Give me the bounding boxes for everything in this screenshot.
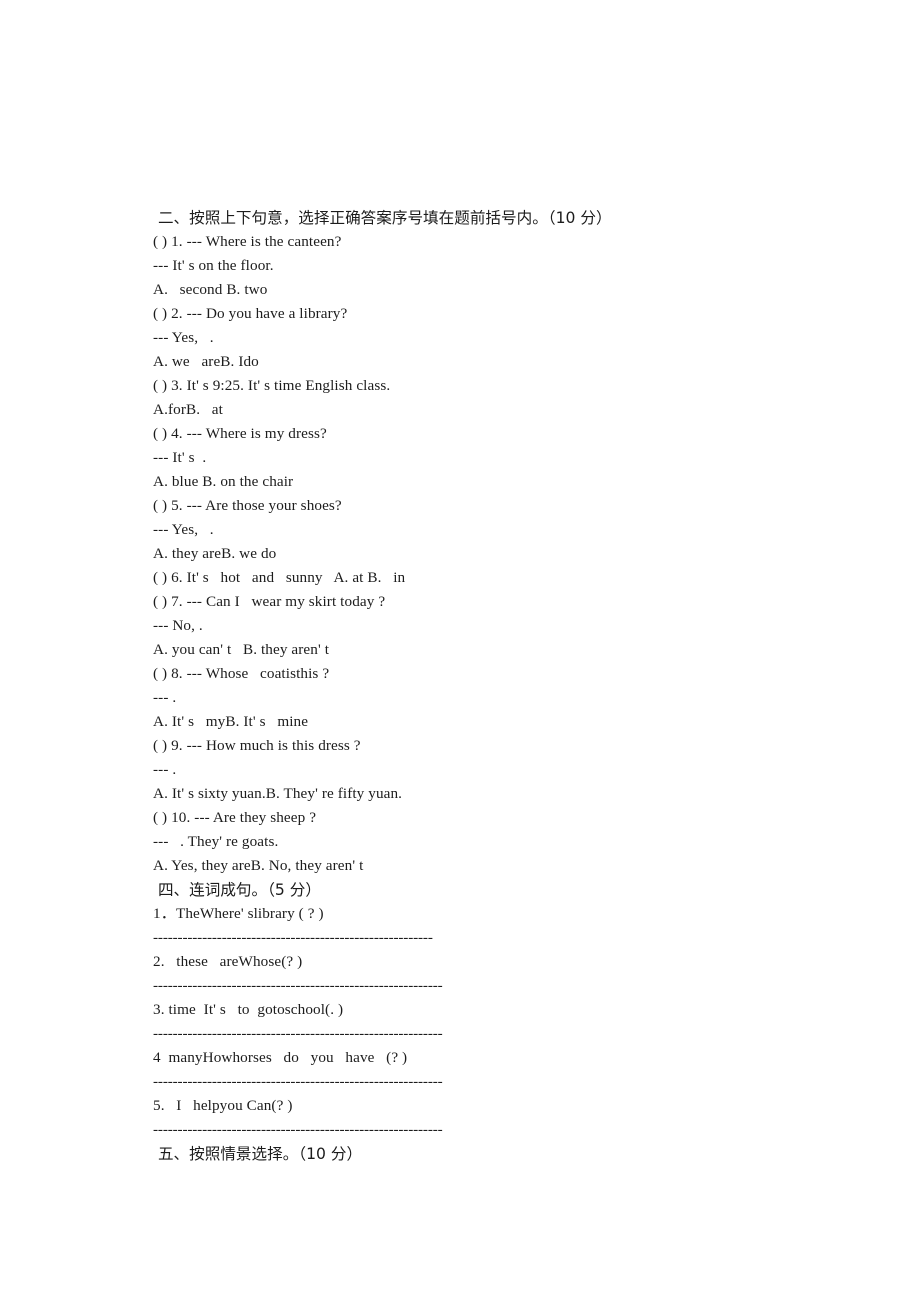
section-two-item: ( ) 7. --- Can I wear my skirt today ?	[153, 593, 386, 610]
section-two-item: --- It' s .	[153, 449, 207, 466]
section-two-item: A. you can' t B. they aren' t	[153, 641, 330, 658]
answer-rule: ----------------------------------------…	[153, 929, 433, 946]
answer-rule: ----------------------------------------…	[153, 977, 443, 994]
section-two-item: A. It' s myB. It' s mine	[153, 713, 309, 730]
section-two-item: ( ) 5. --- Are those your shoes?	[153, 497, 342, 514]
section-two-item: A. Yes, they areB. No, they aren' t	[153, 857, 364, 874]
section-two-item: A. we areB. Ido	[153, 353, 259, 370]
section-two-item: ( ) 6. It' s hot and sunny A. at B. in	[153, 569, 406, 586]
section-two-item: ( ) 10. --- Are they sheep ?	[153, 809, 317, 826]
section-two-item: --- Yes, .	[153, 521, 214, 538]
section-two-item: --- . They' re goats.	[153, 833, 279, 850]
exam-page: 二、按照上下句意，选择正确答案序号填在题前括号内。（10 分） ( ) 1. -…	[0, 0, 920, 1302]
section-two-item: ( ) 2. --- Do you have a library?	[153, 305, 348, 322]
section-two-item: A. second B. two	[153, 281, 268, 298]
section-five-heading: 五、按照情景选择。（10 分）	[153, 1145, 363, 1163]
section-two-item: ( ) 4. --- Where is my dress?	[153, 425, 327, 442]
section-four-heading: 四、连词成句。（5 分）	[153, 881, 321, 899]
section-two-item: A.forB. at	[153, 401, 223, 418]
section-four-prompt: 3. time It' s to gotoschool(. )	[153, 1001, 344, 1018]
answer-rule: ----------------------------------------…	[153, 1121, 443, 1138]
section-two-item: --- Yes, .	[153, 329, 214, 346]
section-two-item: --- It' s on the floor.	[153, 257, 274, 274]
section-two-heading: 二、按照上下句意，选择正确答案序号填在题前括号内。（10 分）	[153, 209, 612, 227]
answer-rule: ----------------------------------------…	[153, 1025, 443, 1042]
section-two-item: A. blue B. on the chair	[153, 473, 294, 490]
section-four-prompt: 5. I helpyou Can(? )	[153, 1097, 293, 1114]
section-four-prompt: 4 manyHowhorses do you have (? )	[153, 1049, 408, 1066]
section-two-item: A. It' s sixty yuan.B. They' re fifty yu…	[153, 785, 403, 802]
section-two-item: ( ) 3. It' s 9:25. It' s time English cl…	[153, 377, 391, 394]
answer-rule: ----------------------------------------…	[153, 1073, 443, 1090]
section-two-item: --- No, .	[153, 617, 203, 634]
section-two-item: --- .	[153, 761, 177, 778]
section-two-item: ( ) 1. --- Where is the canteen?	[153, 233, 342, 250]
section-four-prompt: 2. these areWhose(? )	[153, 953, 303, 970]
section-two-item: A. they areB. we do	[153, 545, 277, 562]
section-two-item: ( ) 8. --- Whose coatisthis ?	[153, 665, 330, 682]
section-two-item: --- .	[153, 689, 177, 706]
section-two-item: ( ) 9. --- How much is this dress ?	[153, 737, 361, 754]
section-four-prompt: 1．TheWhere' slibrary ( ? )	[153, 905, 324, 922]
exam-content: 二、按照上下句意，选择正确答案序号填在题前括号内。（10 分） ( ) 1. -…	[153, 206, 853, 1166]
